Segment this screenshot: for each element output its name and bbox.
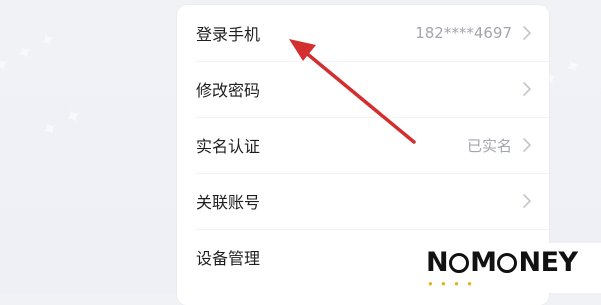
chevron-right-icon bbox=[523, 138, 531, 152]
settings-row-login-phone[interactable]: 登录手机 182****4697 bbox=[177, 5, 549, 61]
settings-row-label: 设备管理 bbox=[196, 249, 261, 268]
chevron-right-icon bbox=[523, 194, 531, 208]
logo-wordmark: N M NEY bbox=[426, 247, 578, 278]
logo-letter: M bbox=[470, 247, 497, 278]
watermark: ✦ ✦ ✦ bbox=[0, 26, 63, 80]
logo-dots: ● ● ● ● bbox=[428, 279, 475, 288]
phone-number-value: 182****4697 bbox=[415, 24, 512, 42]
nomoney-logo: N M NEY ● ● ● ● bbox=[400, 243, 601, 293]
logo-letter: N bbox=[426, 247, 449, 278]
settings-row-label: 关联账号 bbox=[196, 193, 261, 212]
settings-row-label: 登录手机 bbox=[196, 25, 261, 44]
watermark: ✦ ✦ bbox=[37, 102, 88, 144]
chevron-right-icon bbox=[523, 82, 531, 96]
logo-o-ring bbox=[497, 252, 518, 273]
logo-letter: NEY bbox=[518, 247, 578, 278]
settings-row-label: 修改密码 bbox=[196, 81, 261, 100]
chevron-right-icon bbox=[523, 26, 531, 40]
settings-row-real-name-verification[interactable]: 实名认证 已实名 bbox=[177, 117, 549, 173]
logo-o-ring bbox=[449, 252, 470, 273]
settings-row-change-password[interactable]: 修改密码 bbox=[177, 61, 549, 117]
settings-row-label: 实名认证 bbox=[196, 137, 261, 156]
verification-status-value: 已实名 bbox=[466, 136, 512, 155]
settings-row-linked-accounts[interactable]: 关联账号 bbox=[177, 173, 549, 229]
